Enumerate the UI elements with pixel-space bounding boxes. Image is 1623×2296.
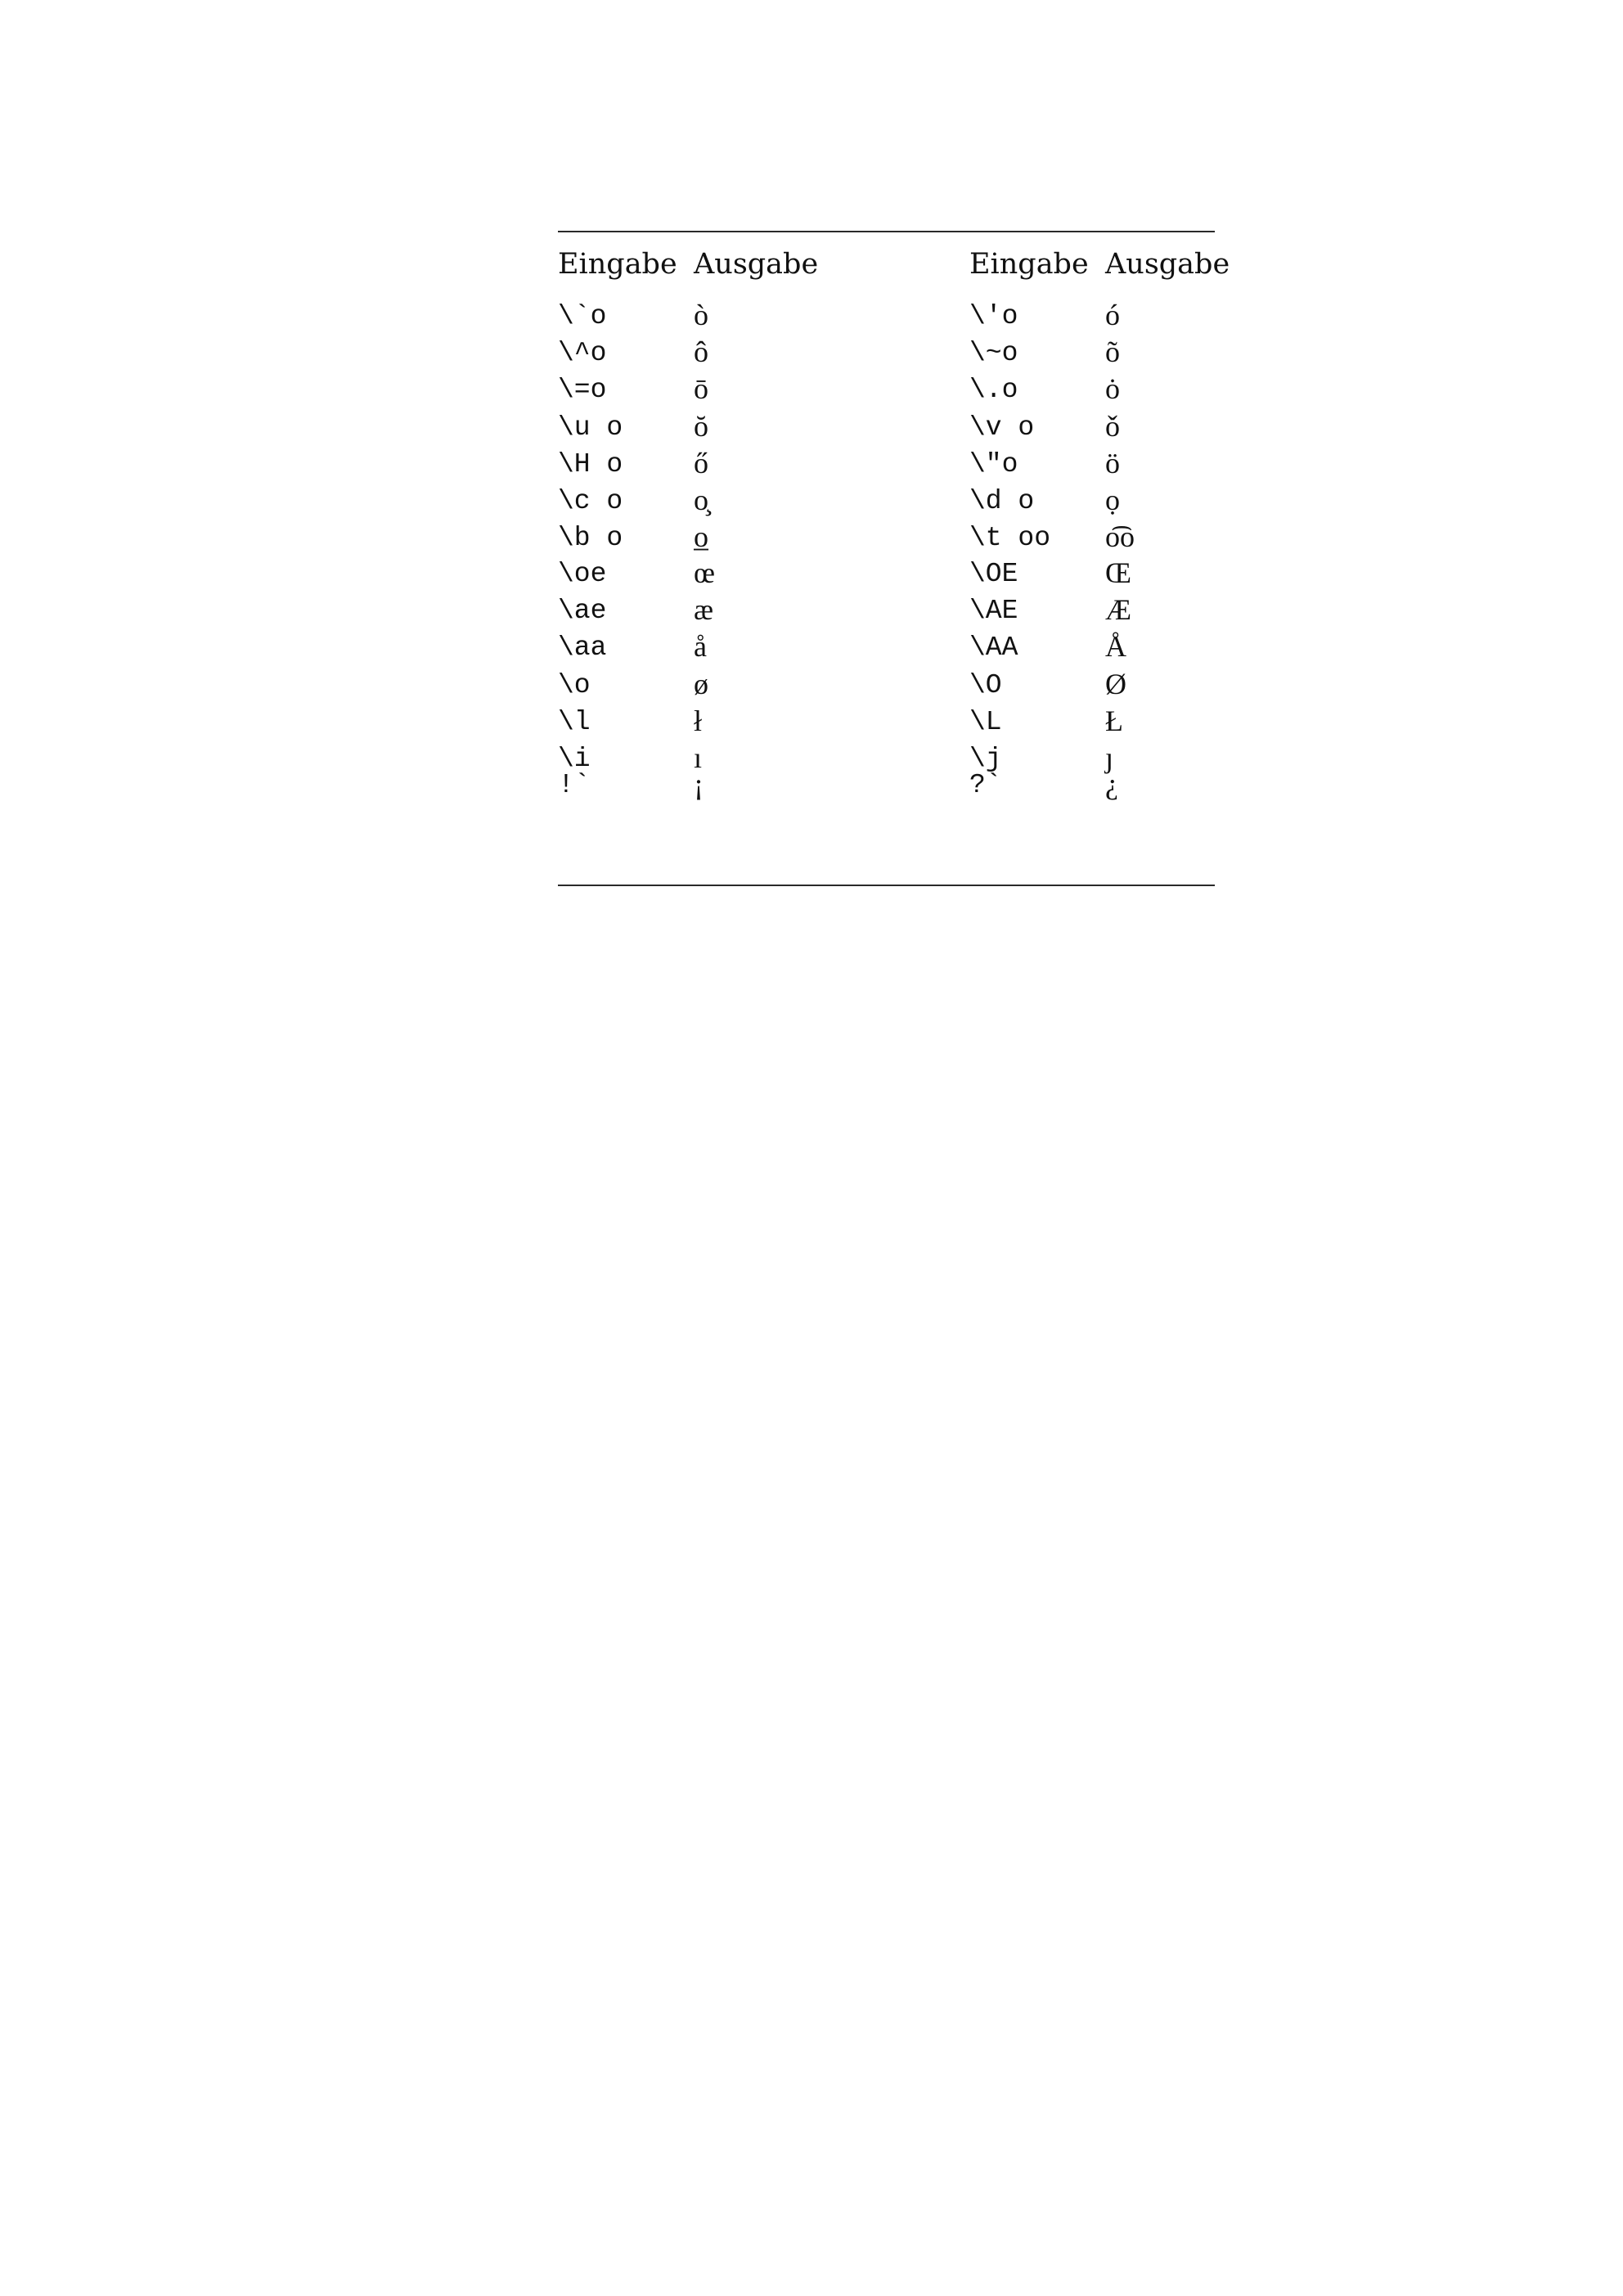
input-code-left: \^o [558, 338, 607, 369]
document-page: Eingabe Ausgabe Eingabe Ausgabe \`o ò \'o ó… [0, 0, 1623, 2296]
input-code-right: \'o [969, 301, 1018, 331]
input-code-left: \H o [558, 448, 623, 479]
input-code-right: \"o [969, 448, 1018, 479]
output-glyph-right: ọ [1105, 484, 1120, 516]
output-glyph-left: ō [694, 372, 708, 406]
output-glyph-left: œ [694, 556, 715, 589]
output-glyph-right: Ł [1105, 704, 1123, 737]
output-glyph-right: Å [1105, 630, 1126, 664]
input-code-left: !` [558, 770, 591, 800]
output-glyph-right: Ø [1105, 667, 1126, 700]
input-code-left: \l [558, 706, 591, 737]
input-code-left: \c o [558, 486, 623, 516]
input-code-right: \O [969, 669, 1002, 700]
output-glyph-left: o̧ [694, 484, 708, 516]
output-glyph-left: ł [694, 704, 703, 737]
output-glyph-left: ô [694, 335, 708, 369]
table-top-rule [558, 231, 1215, 232]
output-glyph-left: ø [694, 667, 708, 700]
input-code-right: \~o [969, 338, 1018, 369]
output-glyph-left: ¡ [694, 768, 704, 800]
output-glyph-left: å [694, 630, 707, 664]
input-code-right: \j [969, 744, 1002, 774]
output-glyph-right: ǒ [1105, 409, 1120, 443]
header-output-right: Ausgabe [1105, 248, 1230, 281]
input-code-right: \L [969, 706, 1002, 737]
output-glyph-right: Æ [1105, 593, 1132, 627]
output-glyph-right: o͡o [1105, 520, 1135, 554]
input-code-right: \AA [969, 633, 1018, 664]
output-glyph-right: ¿ [1105, 768, 1118, 800]
input-code-right: ?` [969, 770, 1002, 800]
output-glyph-left: ò [694, 299, 708, 331]
input-code-left: \o [558, 669, 591, 700]
input-code-left: \=o [558, 375, 607, 406]
output-glyph-left: æ [694, 593, 714, 627]
input-code-left: \oe [558, 559, 607, 589]
output-glyph-left: ő [694, 446, 708, 479]
header-input-right: Eingabe [969, 248, 1089, 281]
input-code-left: \`o [558, 301, 607, 331]
input-code-right: \.o [969, 375, 1018, 406]
input-code-left: \aa [558, 633, 607, 664]
output-glyph-right: õ [1105, 335, 1120, 369]
input-code-right: \d o [969, 486, 1035, 516]
output-glyph-right: ö [1105, 446, 1120, 479]
input-code-right: \v o [969, 412, 1035, 443]
input-code-right: \t oo [969, 523, 1051, 554]
header-output-left: Ausgabe [694, 248, 819, 281]
input-code-right: \OE [969, 559, 1018, 589]
input-code-left: \i [558, 744, 591, 774]
output-glyph-right: Œ [1105, 556, 1132, 589]
input-code-right: \AE [969, 596, 1018, 627]
table-bottom-rule [558, 885, 1215, 886]
header-input-left: Eingabe [558, 248, 677, 281]
input-code-left: \ae [558, 596, 607, 627]
output-glyph-right: ȯ [1105, 372, 1120, 406]
output-glyph-right: ó [1105, 299, 1120, 331]
output-glyph-left: o̲ [694, 520, 708, 554]
output-glyph-left: ŏ [694, 409, 708, 443]
input-code-left: \b o [558, 523, 623, 554]
input-code-left: \u o [558, 412, 623, 443]
